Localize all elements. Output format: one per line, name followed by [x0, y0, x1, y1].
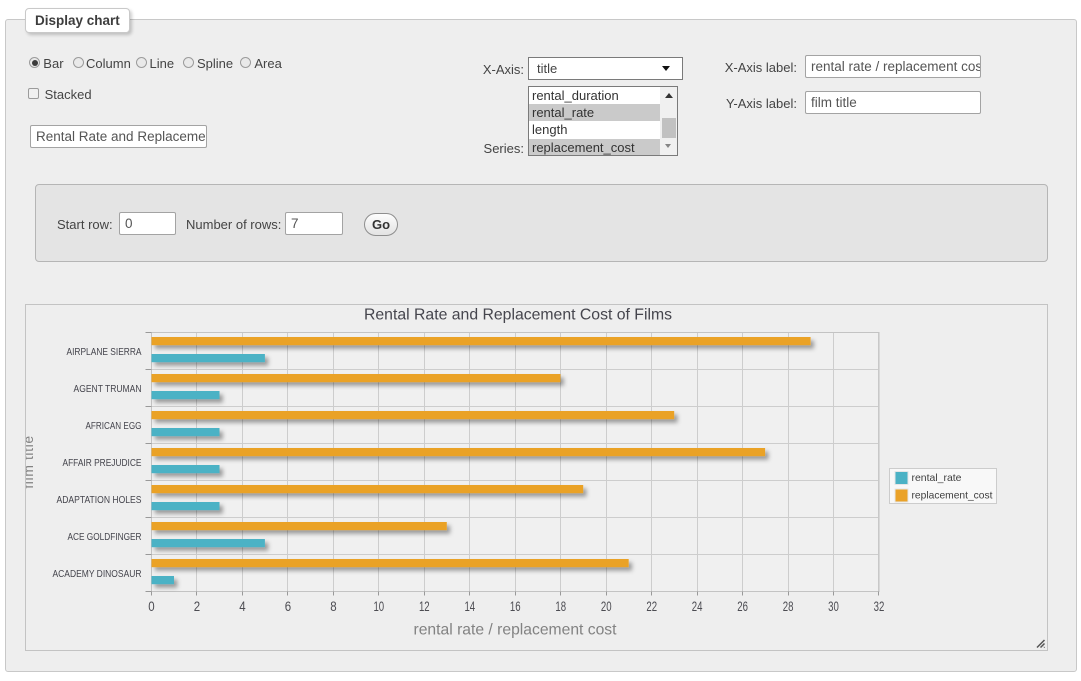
svg-text:26: 26 [737, 599, 748, 614]
svg-text:0: 0 [148, 599, 154, 614]
svg-text:22: 22 [646, 599, 657, 614]
svg-text:14: 14 [464, 599, 475, 614]
svg-text:ACE GOLDFINGER: ACE GOLDFINGER [68, 532, 142, 543]
svg-text:4: 4 [239, 599, 246, 614]
svg-text:ACADEMY DINOSAUR: ACADEMY DINOSAUR [53, 569, 142, 580]
svg-text:10: 10 [373, 599, 384, 614]
svg-text:Rental Rate and Replacement Co: Rental Rate and Replacement Cost of Film… [364, 307, 672, 324]
svg-text:16: 16 [510, 599, 521, 614]
svg-text:30: 30 [828, 599, 839, 614]
svg-text:AIRPLANE SIERRA: AIRPLANE SIERRA [67, 347, 142, 358]
svg-text:AFFAIR PREJUDICE: AFFAIR PREJUDICE [63, 458, 142, 469]
svg-text:2: 2 [194, 599, 200, 614]
svg-text:8: 8 [330, 599, 336, 614]
svg-text:film title: film title [26, 435, 36, 488]
svg-text:6: 6 [285, 599, 291, 614]
svg-text:32: 32 [874, 599, 885, 614]
svg-text:ADAPTATION HOLES: ADAPTATION HOLES [57, 495, 142, 506]
svg-text:AFRICAN EGG: AFRICAN EGG [86, 421, 142, 432]
svg-text:18: 18 [555, 599, 566, 614]
svg-text:24: 24 [692, 599, 703, 614]
svg-text:AGENT TRUMAN: AGENT TRUMAN [74, 384, 142, 395]
svg-text:12: 12 [419, 599, 430, 614]
svg-text:28: 28 [783, 599, 794, 614]
svg-text:replacement_cost: replacement_cost [912, 490, 993, 502]
svg-text:rental_rate: rental_rate [912, 472, 962, 484]
svg-text:20: 20 [601, 599, 612, 614]
svg-text:rental rate / replacement cost: rental rate / replacement cost [414, 622, 618, 639]
